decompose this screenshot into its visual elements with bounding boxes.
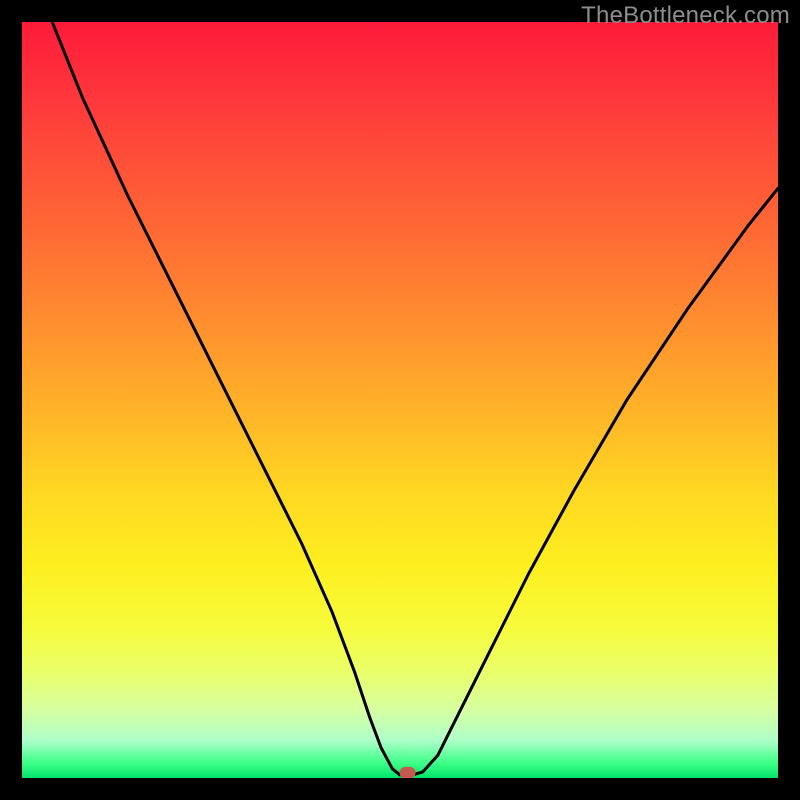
- bottleneck-chart: [22, 22, 778, 778]
- curve-bottleneck-curve: [52, 22, 778, 775]
- plot-area: [22, 22, 778, 778]
- watermark-text: TheBottleneck.com: [581, 2, 790, 30]
- chart-frame: TheBottleneck.com: [0, 0, 800, 800]
- bottleneck-marker: [400, 767, 416, 778]
